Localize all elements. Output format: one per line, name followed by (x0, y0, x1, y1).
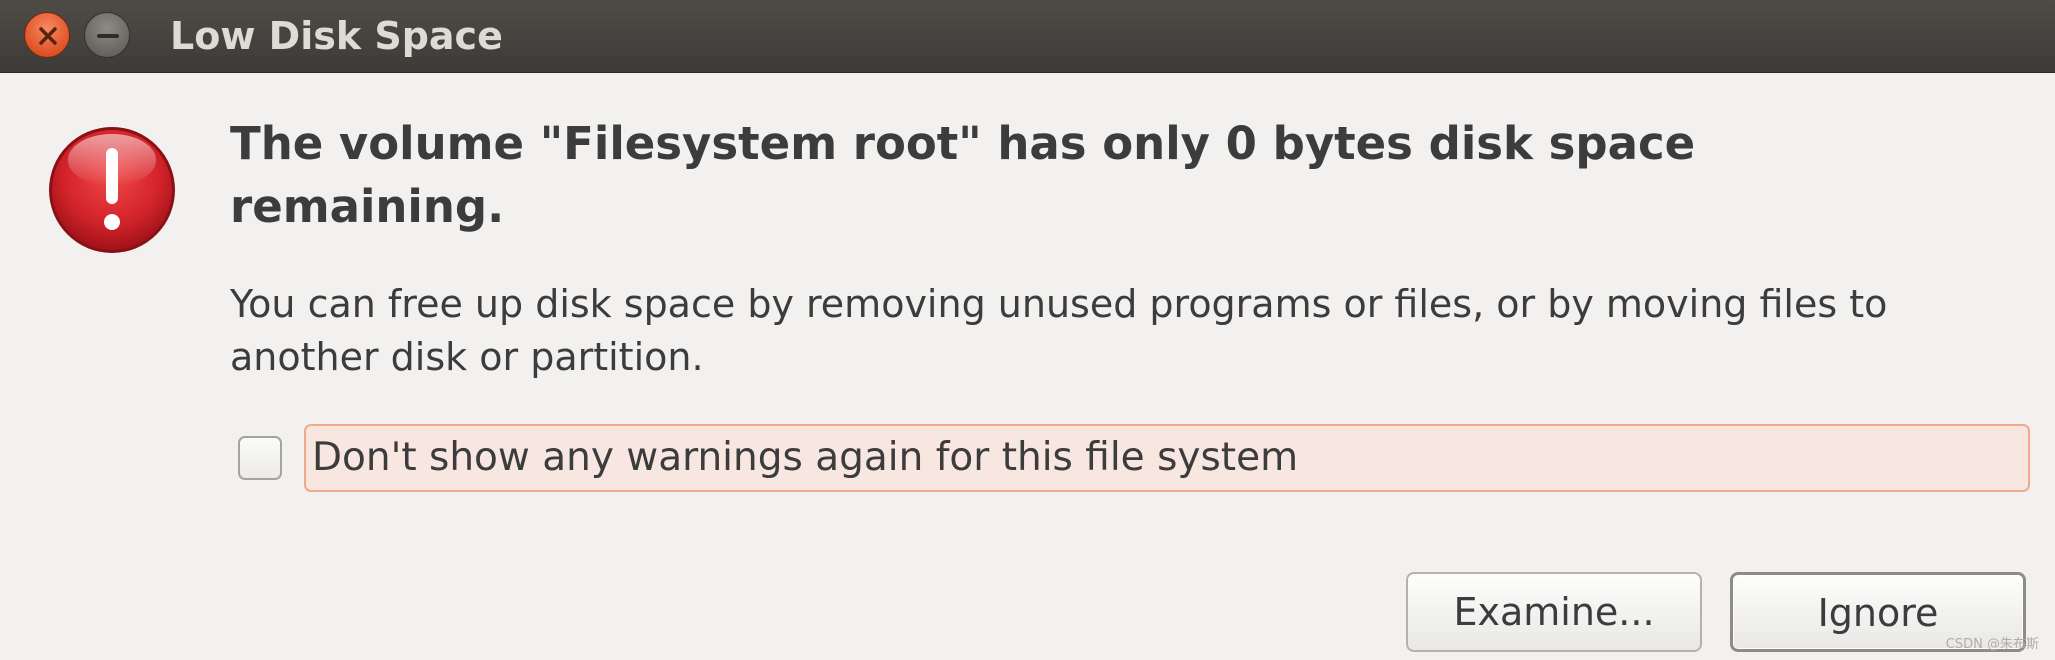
close-button[interactable] (24, 12, 70, 58)
dont-show-again-row: Don't show any warnings again for this f… (236, 424, 2032, 492)
dialog-heading: The volume "Filesystem root" has only 0 … (230, 117, 1696, 233)
minimize-button[interactable] (84, 12, 130, 58)
examine-button[interactable]: Examine... (1406, 572, 1702, 652)
close-icon (39, 27, 57, 45)
dont-show-again-label[interactable]: Don't show any warnings again for this f… (304, 424, 2030, 492)
window-title: Low Disk Space (170, 14, 503, 58)
error-icon (49, 127, 175, 253)
low-disk-space-dialog: Low Disk Space The volume "Filesystem ro… (0, 0, 2055, 660)
minimize-icon (97, 34, 119, 38)
watermark: CSDN @朱布斯 (1945, 637, 2039, 652)
dont-show-again-checkbox[interactable] (238, 436, 282, 480)
title-bar: Low Disk Space (0, 0, 2055, 73)
dialog-body-text: You can free up disk space by removing u… (230, 282, 1888, 379)
